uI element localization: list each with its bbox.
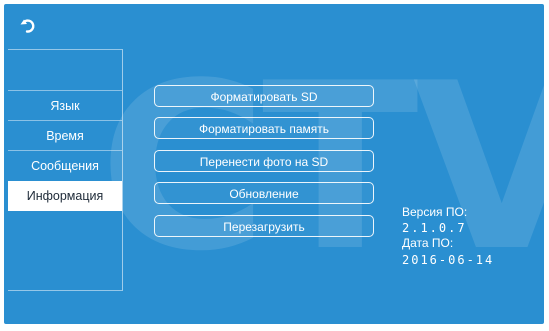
sidebar-item-time[interactable]: Время (8, 120, 122, 150)
reboot-button[interactable]: Перезагрузить (154, 215, 374, 237)
firmware-version-label: Версия ПО: (402, 205, 468, 219)
sidebar-item-language[interactable]: Язык (8, 90, 122, 120)
sidebar-item-information[interactable]: Информация (8, 181, 122, 211)
device-screen: CTV Язык Время Сообщения Информация Форм… (4, 4, 544, 324)
back-arrow-icon[interactable] (18, 16, 38, 36)
transfer-photos-to-sd-button[interactable]: Перенести фото на SD (154, 150, 374, 172)
format-sd-button[interactable]: Форматировать SD (154, 85, 374, 107)
settings-sidebar: Язык Время Сообщения Информация (8, 49, 123, 291)
firmware-version-value: 2.1.0.7 (402, 221, 467, 235)
firmware-date-value: 2016-06-14 (402, 253, 495, 267)
format-memory-button[interactable]: Форматировать память (154, 117, 374, 139)
update-button[interactable]: Обновление (154, 182, 374, 204)
sidebar-item-messages[interactable]: Сообщения (8, 150, 122, 180)
firmware-date-label: Дата ПО: (402, 236, 454, 250)
